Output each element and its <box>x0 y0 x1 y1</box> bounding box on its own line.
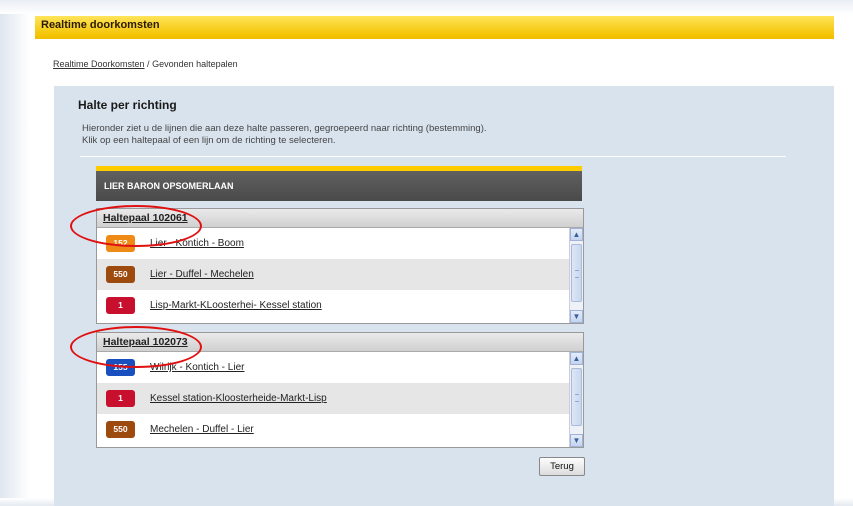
stop-group-1: Haltepaal 102061 152 Lier - Kontich - Bo… <box>96 208 584 324</box>
breadcrumb: Realtime Doorkomsten / Gevonden haltepal… <box>53 59 238 69</box>
stop-name: LIER BARON OPSOMERLAAN <box>104 181 234 191</box>
line-row[interactable]: 1 Kessel station-Kloosterheide-Markt-Lis… <box>97 383 569 414</box>
line-route-link[interactable]: Wilrijk - Kontich - Lier <box>150 362 244 373</box>
window-left-edge <box>0 0 30 506</box>
window-top-edge <box>0 0 853 14</box>
line-row[interactable]: 550 Lier - Duffel - Mechelen <box>97 259 569 290</box>
section-description: Hieronder ziet u de lijnen die aan deze … <box>82 123 487 147</box>
grip-icon <box>575 394 579 402</box>
line-route-link[interactable]: Mechelen - Duffel - Lier <box>150 424 254 435</box>
line-number-badge: 155 <box>106 359 135 376</box>
section-title: Halte per richting <box>78 98 177 112</box>
line-number-badge: 1 <box>106 390 135 407</box>
back-button[interactable]: Terug <box>539 457 585 476</box>
haltepaal-link[interactable]: Haltepaal 102061 <box>103 212 188 224</box>
scrollbar-thumb[interactable] <box>571 244 582 302</box>
scroll-down-arrow-icon[interactable]: ▼ <box>570 434 583 447</box>
line-list: 152 Lier - Kontich - Boom 550 Lier - Duf… <box>97 228 583 323</box>
line-route-link[interactable]: Lier - Duffel - Mechelen <box>150 269 254 280</box>
stop-group-header: Haltepaal 102061 <box>97 209 583 228</box>
line-route-link[interactable]: Lier - Kontich - Boom <box>150 238 244 249</box>
description-line-2: Klik op een haltepaal of een lijn om de … <box>82 135 336 146</box>
line-route-link[interactable]: Kessel station-Kloosterheide-Markt-Lisp <box>150 393 327 404</box>
scroll-down-arrow-icon[interactable]: ▼ <box>570 310 583 323</box>
main-content: Halte per richting Hieronder ziet u de l… <box>54 86 834 506</box>
line-row[interactable]: 152 Lier - Kontich - Boom <box>97 228 569 259</box>
line-row[interactable]: 155 Wilrijk - Kontich - Lier <box>97 352 569 383</box>
scrollbar[interactable]: ▲ ▼ <box>569 352 583 447</box>
breadcrumb-link-realtime[interactable]: Realtime Doorkomsten <box>53 59 145 69</box>
line-row[interactable]: 550 Mechelen - Duffel - Lier <box>97 414 569 445</box>
divider <box>80 156 786 157</box>
scrollbar-thumb[interactable] <box>571 368 582 426</box>
line-row[interactable]: 1 Lisp-Markt-KLoosterhei- Kessel station <box>97 290 569 321</box>
haltepaal-link[interactable]: Haltepaal 102073 <box>103 336 188 348</box>
page-title: Realtime doorkomsten <box>41 19 160 31</box>
scroll-up-arrow-icon[interactable]: ▲ <box>570 352 583 365</box>
scroll-up-arrow-icon[interactable]: ▲ <box>570 228 583 241</box>
grip-icon <box>575 270 579 278</box>
stop-group-2: Haltepaal 102073 155 Wilrijk - Kontich -… <box>96 332 584 448</box>
title-bar: Realtime doorkomsten <box>35 16 834 39</box>
description-line-1: Hieronder ziet u de lijnen die aan deze … <box>82 123 487 134</box>
stop-header: LIER BARON OPSOMERLAAN <box>96 171 582 201</box>
scrollbar[interactable]: ▲ ▼ <box>569 228 583 323</box>
line-number-badge: 1 <box>106 297 135 314</box>
line-number-badge: 152 <box>106 235 135 252</box>
stop-group-header: Haltepaal 102073 <box>97 333 583 352</box>
line-list: 155 Wilrijk - Kontich - Lier 1 Kessel st… <box>97 352 583 447</box>
breadcrumb-current: Gevonden haltepalen <box>152 59 238 69</box>
breadcrumb-separator: / <box>144 59 153 69</box>
line-number-badge: 550 <box>106 421 135 438</box>
line-number-badge: 550 <box>106 266 135 283</box>
line-route-link[interactable]: Lisp-Markt-KLoosterhei- Kessel station <box>150 300 322 311</box>
